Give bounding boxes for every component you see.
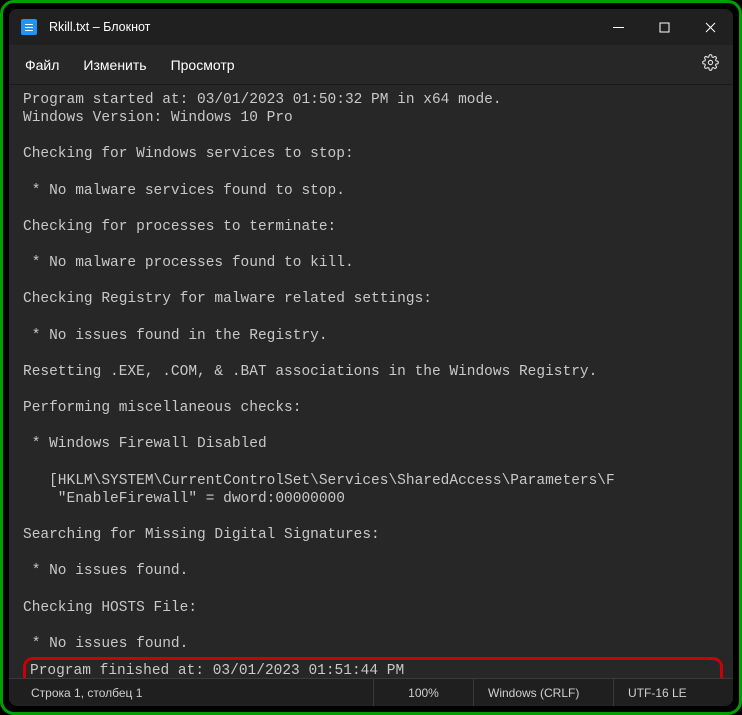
menu-file[interactable]: Файл (25, 57, 59, 73)
menu-edit[interactable]: Изменить (83, 57, 146, 73)
status-encoding: UTF-16 LE (613, 679, 733, 706)
titlebar[interactable]: Rkill.txt – Блокнот (9, 9, 733, 45)
status-zoom[interactable]: 100% (373, 679, 473, 706)
statusbar: Строка 1, столбец 1 100% Windows (CRLF) … (9, 678, 733, 706)
close-button[interactable] (687, 9, 733, 45)
window-title: Rkill.txt – Блокнот (49, 20, 595, 34)
notepad-icon (21, 19, 37, 35)
settings-button[interactable] (702, 54, 719, 76)
close-icon (705, 22, 716, 33)
highlight-text: Program finished at: 03/01/2023 01:51:44… (30, 663, 535, 678)
minimize-button[interactable] (595, 9, 641, 45)
window-controls (595, 9, 733, 45)
menu-view[interactable]: Просмотр (171, 57, 235, 73)
status-position: Строка 1, столбец 1 (9, 679, 373, 706)
text-body: Program started at: 03/01/2023 01:50:32 … (23, 92, 615, 652)
maximize-icon (659, 22, 670, 33)
gear-icon (702, 54, 719, 71)
minimize-icon (613, 22, 624, 33)
menubar: Файл Изменить Просмотр (9, 45, 733, 85)
maximize-button[interactable] (641, 9, 687, 45)
status-line-ending: Windows (CRLF) (473, 679, 613, 706)
highlight-box: Program finished at: 03/01/2023 01:51:44… (23, 657, 723, 678)
highlight-frame: Rkill.txt – Блокнот Файл Изменить Просмо… (0, 0, 742, 715)
notepad-window: Rkill.txt – Блокнот Файл Изменить Просмо… (9, 9, 733, 706)
text-area[interactable]: Program started at: 03/01/2023 01:50:32 … (9, 85, 733, 678)
